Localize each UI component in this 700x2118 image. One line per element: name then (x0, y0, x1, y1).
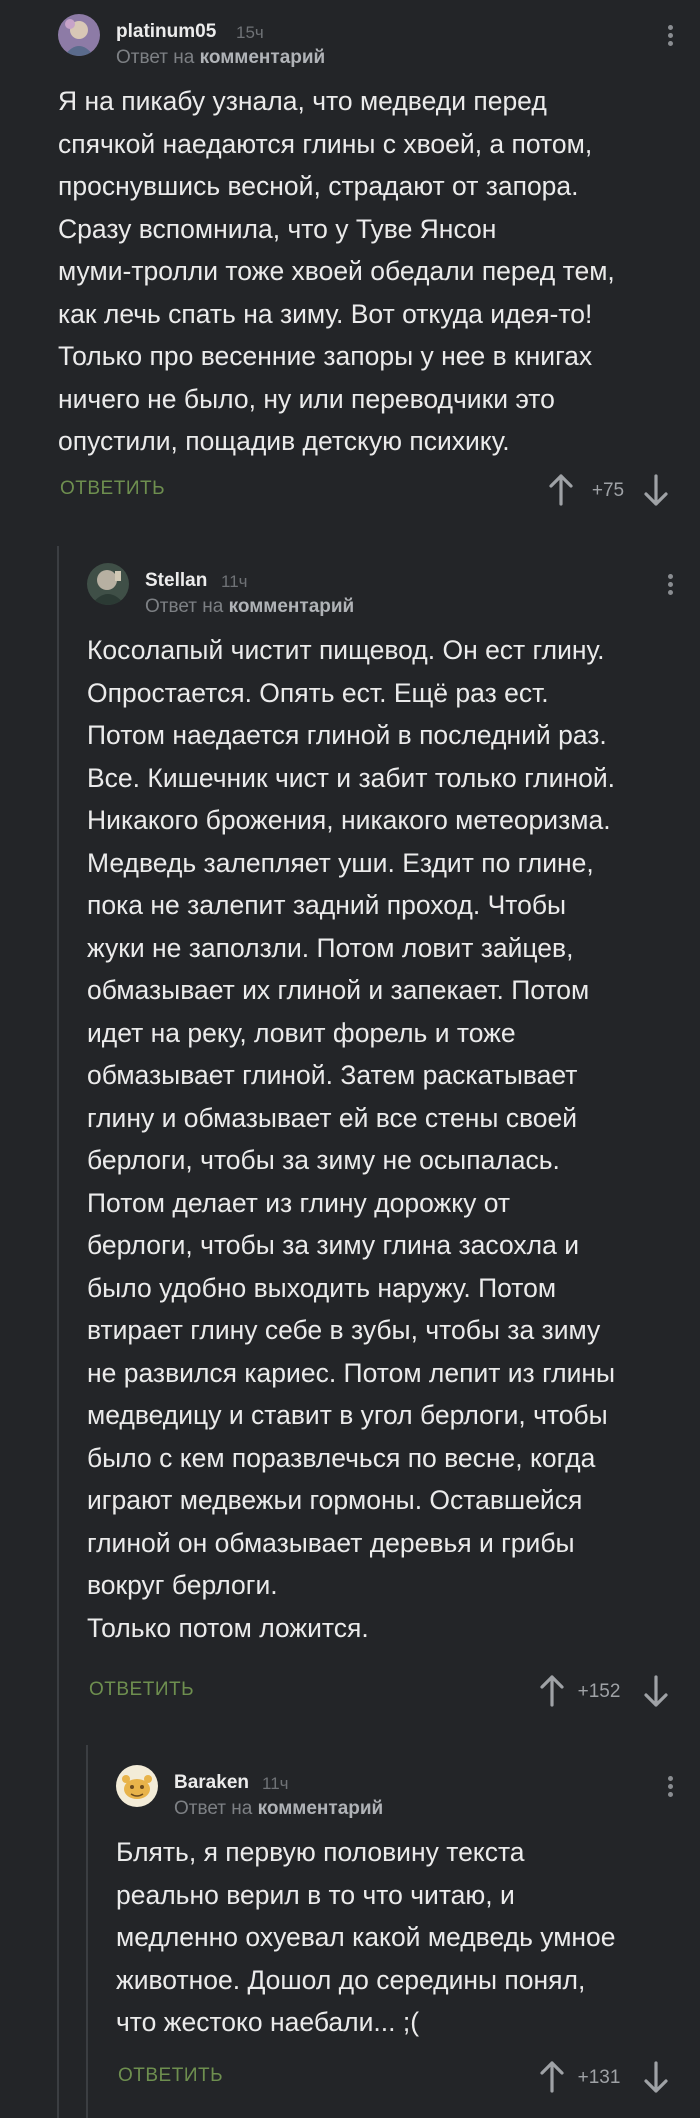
comment-header: Stellan 11ч Ответ на комментарий (87, 563, 674, 623)
comment-footer: ОТВЕТИТЬ +75 (58, 470, 674, 510)
reply-button[interactable]: ОТВЕТИТЬ (118, 2065, 223, 2087)
comment-footer: ОТВЕТИТЬ +131 (116, 2057, 674, 2097)
reply-to: Ответ на комментарий (174, 1798, 383, 1820)
author-name[interactable]: platinum05 (116, 21, 216, 43)
comment-text: Я на пикабу узнала, что медведи перед сп… (58, 86, 615, 456)
arrow-up-icon[interactable] (546, 470, 576, 510)
arrow-up-icon[interactable] (537, 1671, 567, 1711)
reply-to: Ответ на комментарий (116, 47, 325, 69)
reply-to: Ответ на комментарий (145, 596, 354, 618)
comment-time: 11ч (221, 572, 248, 591)
comment-footer: ОТВЕТИТЬ +152 (87, 1671, 674, 1711)
reply-button[interactable]: ОТВЕТИТЬ (60, 478, 165, 500)
reply-to-link[interactable]: комментарий (229, 596, 355, 617)
author-name[interactable]: Stellan (145, 570, 207, 592)
comment-platinum05: platinum05 15ч Ответ на комментарий Я на… (58, 14, 674, 514)
arrow-down-icon[interactable] (641, 2057, 671, 2097)
kebab-menu-icon[interactable] (660, 22, 680, 52)
kebab-menu-icon[interactable] (660, 571, 680, 601)
arrow-up-icon[interactable] (537, 2057, 567, 2097)
score: +131 (577, 2067, 621, 2088)
kebab-menu-icon[interactable] (660, 1773, 680, 1803)
comment-header: Baraken 11ч Ответ на комментарий (116, 1765, 674, 1825)
thread-line-level-1 (57, 546, 59, 2118)
arrow-down-icon[interactable] (641, 1671, 671, 1711)
avatar[interactable] (58, 14, 100, 56)
avatar[interactable] (116, 1765, 158, 1807)
comment-text: Косолапый чистит пищевод. Он ест глину. … (87, 635, 616, 1643)
comment-time: 15ч (236, 23, 264, 42)
comment-header: platinum05 15ч Ответ на комментарий (58, 14, 674, 74)
reply-to-link[interactable]: комментарий (258, 1798, 384, 1819)
score: +75 (591, 480, 625, 501)
score: +152 (577, 1681, 621, 1702)
arrow-down-icon[interactable] (641, 470, 671, 510)
reply-to-link[interactable]: комментарий (200, 47, 326, 68)
reply-to-prefix: Ответ на (116, 47, 195, 68)
comment-baraken: Baraken 11ч Ответ на комментарий Блять, … (116, 1765, 674, 2105)
reply-button[interactable]: ОТВЕТИТЬ (89, 1679, 194, 1701)
comment-time: 11ч (262, 1774, 289, 1793)
comment-stellan: Stellan 11ч Ответ на комментарий Косолап… (87, 563, 674, 1713)
author-name[interactable]: Baraken (174, 1772, 249, 1794)
reply-to-prefix: Ответ на (174, 1798, 253, 1819)
avatar[interactable] (87, 563, 129, 605)
comment-text: Блять, я первую половину текста реально … (116, 1837, 616, 2037)
thread-line-level-2 (86, 1745, 88, 2118)
reply-to-prefix: Ответ на (145, 596, 224, 617)
